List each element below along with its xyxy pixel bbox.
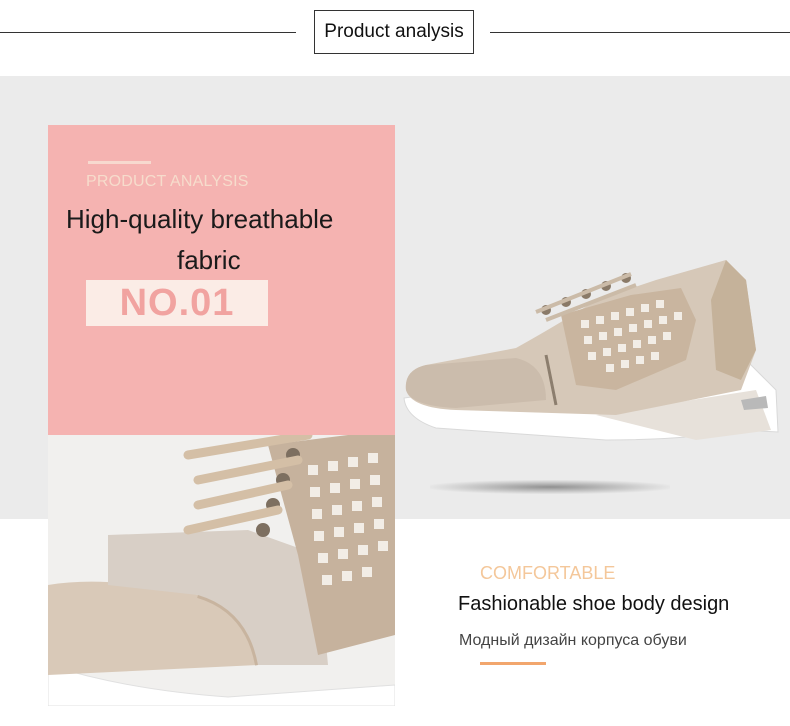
feature2-title: Fashionable shoe body design xyxy=(458,593,730,615)
shoe-side-view-image xyxy=(403,260,779,441)
feature-title-line1: High-quality breathable xyxy=(66,204,334,234)
accent-bar xyxy=(480,662,546,665)
feature-title-line2: fabric xyxy=(177,245,241,275)
header-divider-right xyxy=(490,32,790,33)
header-divider-left xyxy=(0,32,296,33)
shoe-shadow xyxy=(430,480,670,494)
accent-line xyxy=(88,161,151,164)
feature2-section-label: COMFORTABLE xyxy=(480,563,616,583)
feature-section-label: PRODUCT ANALYSIS xyxy=(86,173,249,190)
shoe-closeup-image xyxy=(48,435,395,706)
shoe-closeup-graphic xyxy=(48,435,395,706)
feature2-subtitle-ru: Модный дизайн корпуса обуви xyxy=(459,632,687,649)
feature-number-badge: NO.01 xyxy=(86,280,268,326)
header-title: Product analysis xyxy=(314,10,474,54)
